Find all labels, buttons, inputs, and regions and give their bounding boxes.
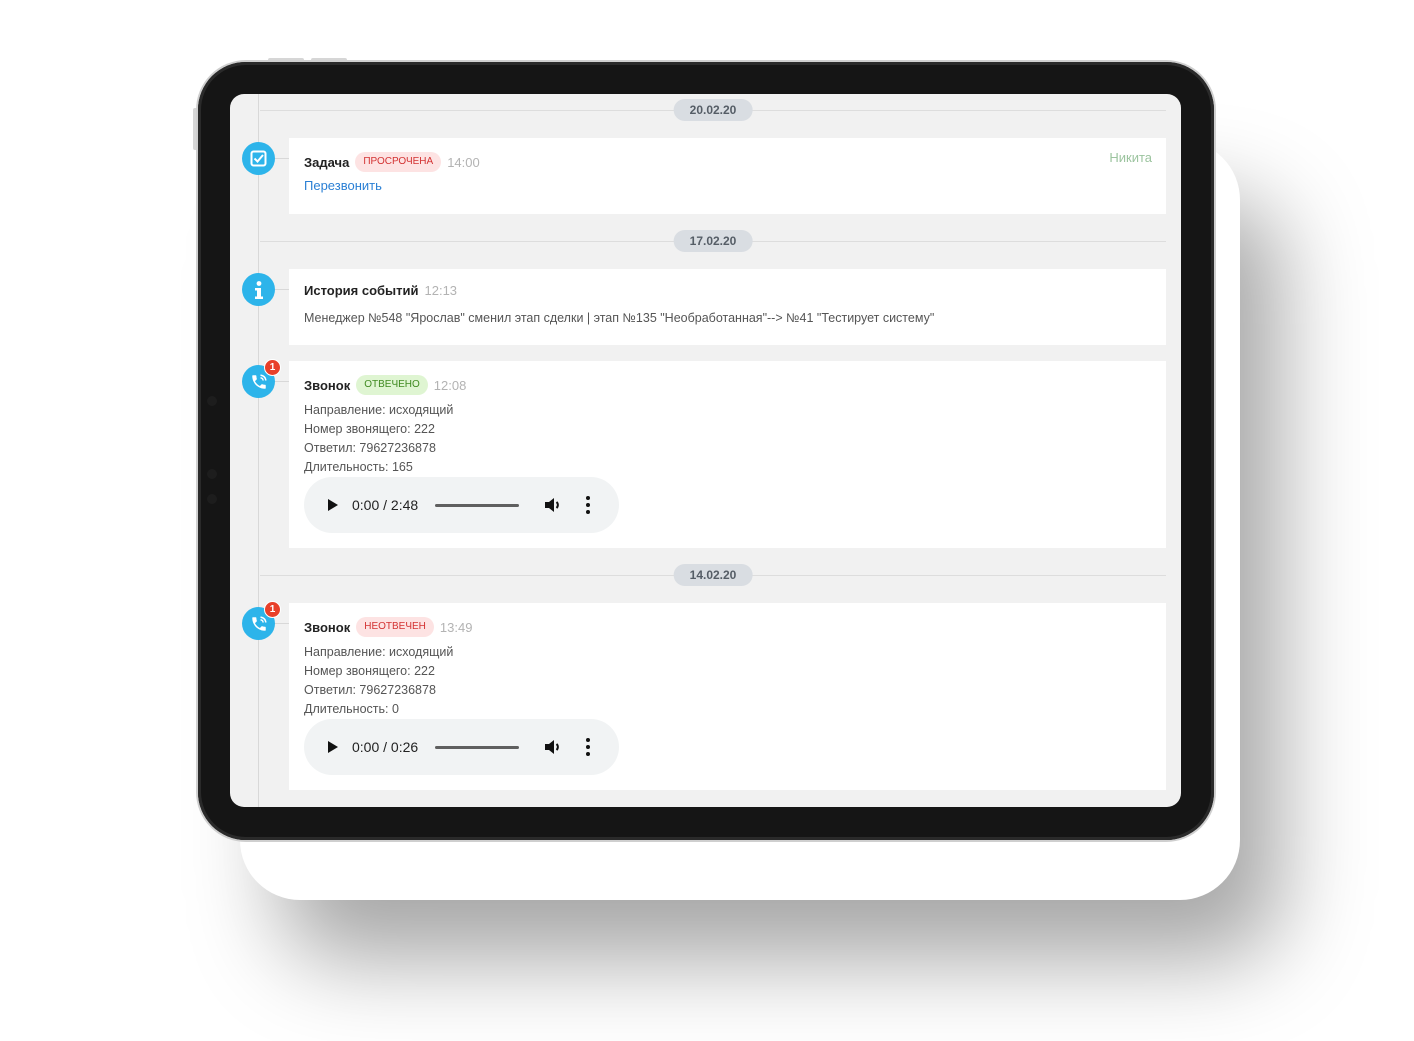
device-sensor <box>207 396 217 406</box>
date-pill: 20.02.20 <box>673 99 753 121</box>
call-title: Звонок <box>304 377 351 393</box>
call-duration: Длительность: 0 <box>304 702 399 716</box>
task-time: 14:00 <box>447 154 480 170</box>
volume-icon[interactable] <box>544 739 562 755</box>
date-pill: 14.02.20 <box>673 564 753 586</box>
player-time: 0:00 / 2:48 <box>352 497 419 513</box>
more-vert-icon[interactable] <box>586 496 591 514</box>
phone-icon <box>251 616 266 631</box>
history-title: История событий <box>304 283 419 298</box>
call-card-answered: Звонок отвечено 12:08 Направление: исход… <box>289 361 1166 548</box>
call-time: 12:08 <box>433 377 467 393</box>
caller-number: Номер звонящего: 222 <box>304 422 435 436</box>
call-details: Направление: исходящий Номер звонящего: … <box>304 401 453 477</box>
call-title: Звонок <box>304 619 351 635</box>
device-sensor <box>207 494 217 504</box>
date-separator: 17.02.20 <box>260 230 1166 252</box>
status-badge-overdue: просрочена <box>355 152 442 172</box>
info-icon <box>254 280 263 299</box>
notification-badge: 1 <box>264 359 281 376</box>
history-node <box>242 273 275 306</box>
player-time: 0:00 / 0:26 <box>352 739 419 755</box>
audio-player: 0:00 / 0:26 <box>304 719 619 775</box>
call-direction: Направление: исходящий <box>304 403 454 417</box>
task-assignee[interactable]: Никита <box>1109 150 1152 165</box>
date-pill: 17.02.20 <box>673 230 753 252</box>
date-separator: 14.02.20 <box>260 564 1166 586</box>
notification-badge: 1 <box>264 601 281 618</box>
answered-by: Ответил: 79627236878 <box>304 683 436 697</box>
call-node: 1 <box>242 359 281 398</box>
seek-bar[interactable] <box>435 745 520 749</box>
history-header: История событий 12:13 <box>304 283 457 298</box>
call-duration: Длительность: 165 <box>304 460 413 474</box>
audio-player: 0:00 / 2:48 <box>304 477 619 533</box>
more-vert-icon[interactable] <box>586 738 591 756</box>
date-separator: 20.02.20 <box>260 99 1166 121</box>
answered-by: Ответил: 79627236878 <box>304 441 436 455</box>
call-header: Звонок отвечено 12:08 <box>304 375 466 395</box>
caller-number: Номер звонящего: 222 <box>304 664 435 678</box>
history-text: Менеджер №548 "Ярослав" сменил этап сдел… <box>304 311 935 325</box>
call-direction: Направление: исходящий <box>304 645 454 659</box>
seek-bar[interactable] <box>435 503 520 507</box>
call-card-missed: Звонок неотвечен 13:49 Направление: исхо… <box>289 603 1166 790</box>
phone-icon <box>251 374 266 389</box>
callback-link[interactable]: Перезвонить <box>304 178 382 193</box>
device-sensor <box>207 469 217 479</box>
task-node <box>242 142 275 175</box>
task-title: Задача <box>304 154 350 170</box>
status-badge-answered: отвечено <box>356 375 428 395</box>
history-card: История событий 12:13 Менеджер №548 "Яро… <box>289 269 1166 345</box>
volume-icon[interactable] <box>544 497 562 513</box>
task-card[interactable]: Задача просрочена 14:00 Никита Перезвони… <box>289 138 1166 214</box>
task-check-icon <box>250 150 267 167</box>
timeline-line <box>258 94 259 807</box>
status-badge-missed: неотвечен <box>356 617 434 637</box>
screen: 20.02.20 Задача просрочена 14:00 Никита … <box>230 94 1181 807</box>
play-icon[interactable] <box>328 499 338 511</box>
call-header: Звонок неотвечен 13:49 <box>304 617 472 637</box>
history-time: 12:13 <box>424 283 458 298</box>
play-icon[interactable] <box>328 741 338 753</box>
call-node: 1 <box>242 601 281 640</box>
task-header: Задача просрочена 14:00 <box>304 152 480 172</box>
call-details: Направление: исходящий Номер звонящего: … <box>304 643 453 719</box>
call-time: 13:49 <box>439 619 473 635</box>
